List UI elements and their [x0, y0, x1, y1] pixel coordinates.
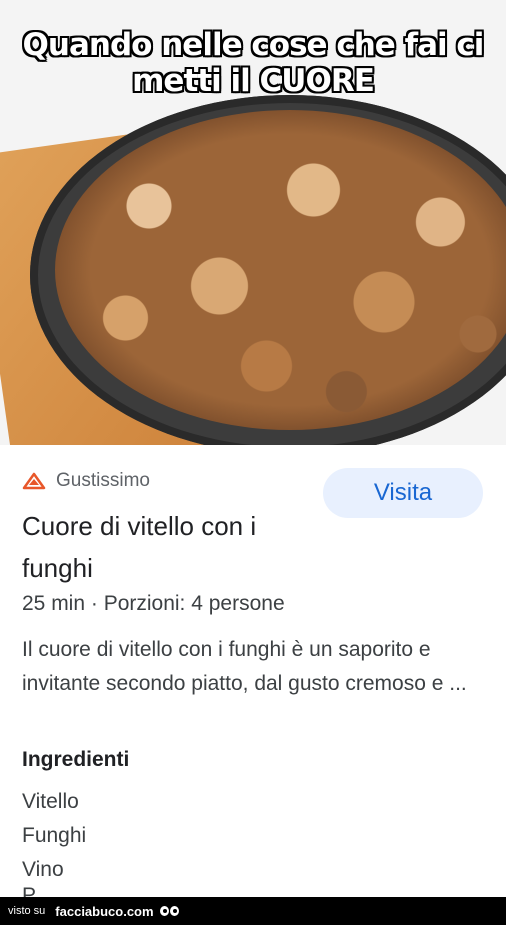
watermark-site: facciabuco.com: [55, 903, 154, 919]
watermark-prefix: visto su: [8, 905, 46, 917]
recipe-card: Gustissimo Visita Cuore di vitello con i…: [0, 445, 506, 897]
recipe-meta: 25 min · Porzioni: 4 persone: [22, 592, 285, 615]
ingredient-item: Vitello: [22, 790, 79, 813]
ingredient-item-partial: P: [22, 886, 52, 897]
meme-caption-line-2: metti il CUORE: [132, 63, 375, 99]
ingredient-item: Funghi: [22, 824, 87, 847]
source-name: Gustissimo: [56, 470, 150, 491]
ingredients-list: Vitello Funghi Vino: [22, 785, 86, 887]
heart-and-mushrooms-dish: [55, 110, 506, 430]
visit-button[interactable]: Visita: [323, 468, 483, 518]
ingredients-heading: Ingredienti: [22, 748, 130, 771]
food-photo: Quando nelle cose che fai ci metti il CU…: [0, 0, 506, 445]
eyes-icon: [159, 906, 180, 916]
meme-caption-line-1: Quando nelle cose che fai ci: [22, 27, 485, 63]
watermark-bar: visto su facciabuco.com: [0, 897, 506, 925]
recipe-title[interactable]: Cuore di vitello con i funghi: [22, 505, 322, 589]
recipe-logo-icon: [22, 472, 46, 490]
ingredient-item: Vino: [22, 858, 64, 881]
source-row[interactable]: Gustissimo: [22, 469, 150, 493]
recipe-description: Il cuore di vitello con i funghi è un sa…: [22, 638, 467, 695]
